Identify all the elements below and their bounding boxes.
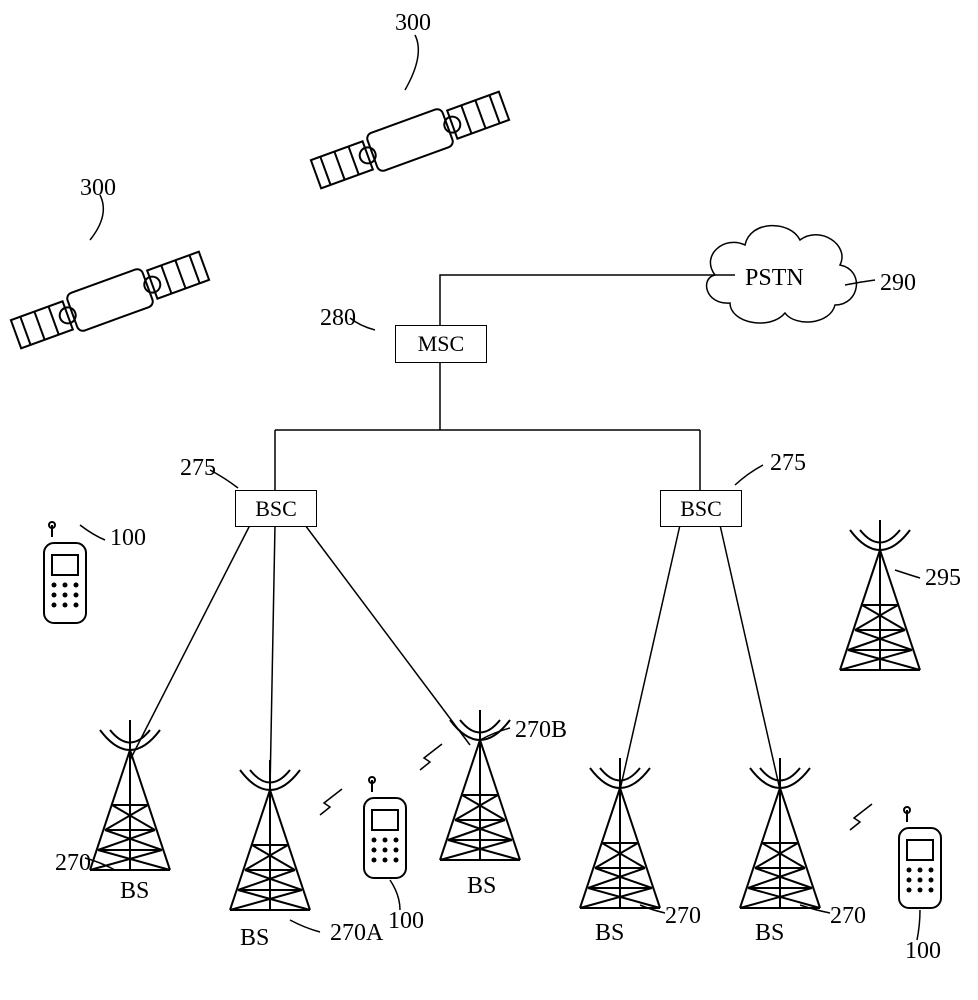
pstn-label: PSTN — [745, 265, 804, 292]
bs-label: BS — [755, 920, 784, 947]
ref-275: 275 — [180, 455, 216, 482]
bs-tower-icon — [720, 758, 840, 928]
ref-280: 280 — [320, 305, 356, 332]
msc-label: MSC — [418, 331, 464, 357]
satellite-icon — [300, 60, 520, 220]
phone-icon — [30, 525, 100, 635]
ref-290: 290 — [880, 270, 916, 297]
ref-100: 100 — [110, 525, 146, 552]
ref-270: 270 — [830, 903, 866, 930]
ref-270A: 270A — [330, 920, 383, 947]
phone-icon — [885, 810, 955, 920]
ref-270: 270 — [55, 850, 91, 877]
bsc-label: BSC — [680, 496, 722, 522]
bs-label: BS — [240, 925, 269, 952]
diagram-stage: MSC BSC BSC PSTN 300 300 290 280 275 275… — [0, 0, 978, 1000]
ref-270B: 270B — [515, 717, 567, 744]
msc-node: MSC — [395, 325, 487, 363]
ref-300: 300 — [395, 10, 431, 37]
satellite-icon — [0, 220, 220, 380]
ref-100: 100 — [905, 938, 941, 965]
ref-275: 275 — [770, 450, 806, 477]
phone-icon — [350, 780, 420, 890]
ref-270: 270 — [665, 903, 701, 930]
ref-100: 100 — [388, 908, 424, 935]
bs-tower-icon — [210, 760, 330, 930]
bsc-node-left: BSC — [235, 490, 317, 527]
bsc-label: BSC — [255, 496, 297, 522]
bs-label: BS — [120, 878, 149, 905]
ref-300: 300 — [80, 175, 116, 202]
bs-tower-icon — [560, 758, 680, 928]
bs-label: BS — [467, 873, 496, 900]
antenna-icon — [820, 520, 940, 690]
bs-label: BS — [595, 920, 624, 947]
bsc-node-right: BSC — [660, 490, 742, 527]
